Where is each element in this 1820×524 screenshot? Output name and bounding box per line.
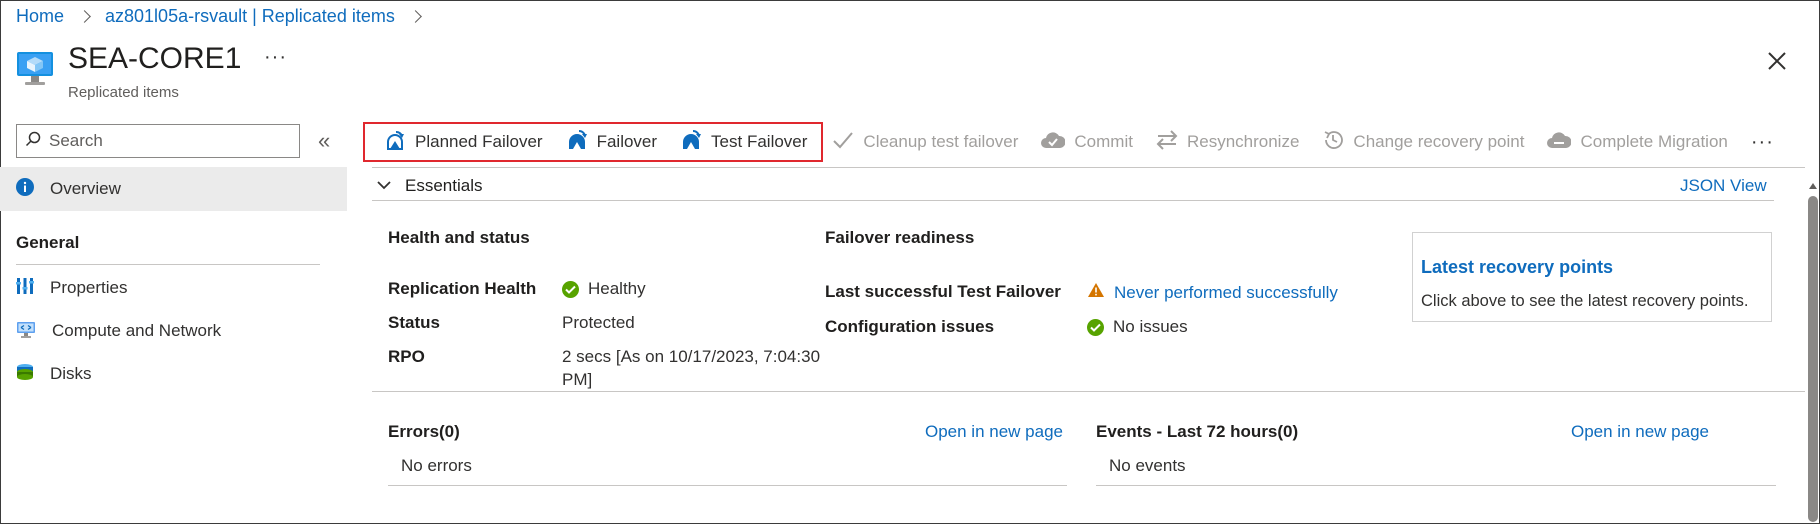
close-icon[interactable] <box>1766 50 1788 72</box>
chevron-down-icon[interactable] <box>376 176 392 196</box>
section-general-heading: General <box>16 233 80 252</box>
divider <box>372 167 1805 168</box>
vm-icon <box>16 48 54 93</box>
status-value: Protected <box>562 313 635 332</box>
last-test-failover-label: Last successful Test Failover <box>825 282 1061 301</box>
replication-health-label: Replication Health <box>388 279 537 298</box>
recovery-points-card: Latest recovery points Click above to se… <box>1412 232 1772 322</box>
breadcrumb-vault[interactable]: az801l05a-rsvault | Replicated items <box>105 6 395 27</box>
rpo-value-line1: 2 secs [As on 10/17/2023, 7:04:30 <box>562 347 821 366</box>
change-recovery-point-button[interactable]: Change recovery point <box>1322 129 1524 156</box>
cleanup-label: Cleanup test failover <box>863 132 1019 151</box>
network-icon <box>16 320 36 343</box>
warning-icon <box>1087 282 1105 303</box>
events-empty-text: No events <box>1109 456 1186 475</box>
history-icon <box>1322 129 1344 156</box>
change-recovery-label: Change recovery point <box>1353 132 1525 151</box>
latest-recovery-points-link[interactable]: Latest recovery points <box>1421 257 1763 278</box>
page-subtitle: Replicated items <box>68 84 179 101</box>
sidebar-item-label: Disks <box>50 364 92 383</box>
cleanup-test-failover-button[interactable]: Cleanup test failover <box>832 130 1018 155</box>
search-box <box>16 124 300 158</box>
search-input[interactable] <box>49 131 289 151</box>
resync-arrows-icon <box>1156 129 1178 155</box>
divider <box>1096 485 1776 486</box>
commit-button[interactable]: Commit <box>1041 130 1133 155</box>
search-icon <box>25 131 41 152</box>
complete-migration-button[interactable]: Complete Migration <box>1547 130 1728 155</box>
chevron-right-icon <box>78 10 91 23</box>
replication-health-value: Healthy <box>562 279 646 299</box>
ok-check-icon <box>1087 318 1104 336</box>
errors-title: Errors(0) <box>388 422 460 441</box>
sidebar-item-label: Compute and Network <box>52 321 222 340</box>
divider <box>388 485 1067 486</box>
rpo-value-line2: PM] <box>562 370 593 389</box>
info-icon <box>16 177 34 201</box>
breadcrumb: Home az801l05a-rsvault | Replicated item… <box>16 6 424 27</box>
status-label: Status <box>388 313 440 332</box>
failover-heading: Failover readiness <box>825 228 975 247</box>
replication-health-text: Healthy <box>588 279 646 298</box>
sidebar-item-label: Overview <box>50 179 121 198</box>
never-performed-link[interactable]: Never performed successfully <box>1114 283 1338 303</box>
scroll-up-arrow-icon[interactable] <box>1808 176 1818 196</box>
sidebar-item-overview[interactable]: Overview <box>0 167 347 211</box>
breadcrumb-home[interactable]: Home <box>16 6 64 27</box>
errors-empty-text: No errors <box>401 456 472 475</box>
rpo-label: RPO <box>388 347 425 366</box>
sidebar-item-compute-network[interactable]: Compute and Network <box>16 316 221 346</box>
recovery-points-description: Click above to see the latest recovery p… <box>1421 292 1749 310</box>
sidebar-item-properties[interactable]: Properties <box>16 273 127 303</box>
chevron-right-icon <box>408 10 422 23</box>
scrollbar-thumb[interactable] <box>1808 196 1818 522</box>
disk-icon <box>16 363 34 386</box>
events-open-link[interactable]: Open in new page <box>1571 422 1709 442</box>
commit-label: Commit <box>1074 132 1133 151</box>
sidebar-item-disks[interactable]: Disks <box>16 359 92 389</box>
more-options-button[interactable]: ··· <box>264 46 287 69</box>
migration-cloud-icon <box>1547 130 1572 155</box>
healthy-check-icon <box>562 280 579 298</box>
resync-label: Resynchronize <box>1186 132 1300 151</box>
essentials-toggle[interactable]: Essentials <box>405 176 482 196</box>
last-test-failover-value: Never performed successfully <box>1087 282 1338 303</box>
properties-icon <box>16 277 34 300</box>
configuration-issues-label: Configuration issues <box>825 317 995 336</box>
toolbar-more-button[interactable]: ··· <box>1751 131 1774 154</box>
sidebar-item-label: Properties <box>50 278 128 297</box>
complete-migration-label: Complete Migration <box>1580 132 1728 151</box>
highlight-box <box>363 122 823 162</box>
divider <box>372 391 1805 392</box>
divider <box>16 264 320 265</box>
health-heading: Health and status <box>388 228 530 247</box>
commit-cloud-icon <box>1041 130 1066 155</box>
resynchronize-button[interactable]: Resynchronize <box>1156 129 1300 155</box>
errors-open-link[interactable]: Open in new page <box>925 422 1063 442</box>
checkmark-icon <box>832 130 854 155</box>
configuration-issues-value: No issues <box>1087 317 1188 337</box>
divider <box>372 200 1774 201</box>
events-title: Events - Last 72 hours(0) <box>1096 422 1299 441</box>
json-view-link[interactable]: JSON View <box>1680 176 1767 196</box>
configuration-issues-text: No issues <box>1113 317 1188 336</box>
collapse-sidebar-button[interactable]: « <box>318 128 330 154</box>
page-title: SEA-CORE1 <box>68 42 242 75</box>
